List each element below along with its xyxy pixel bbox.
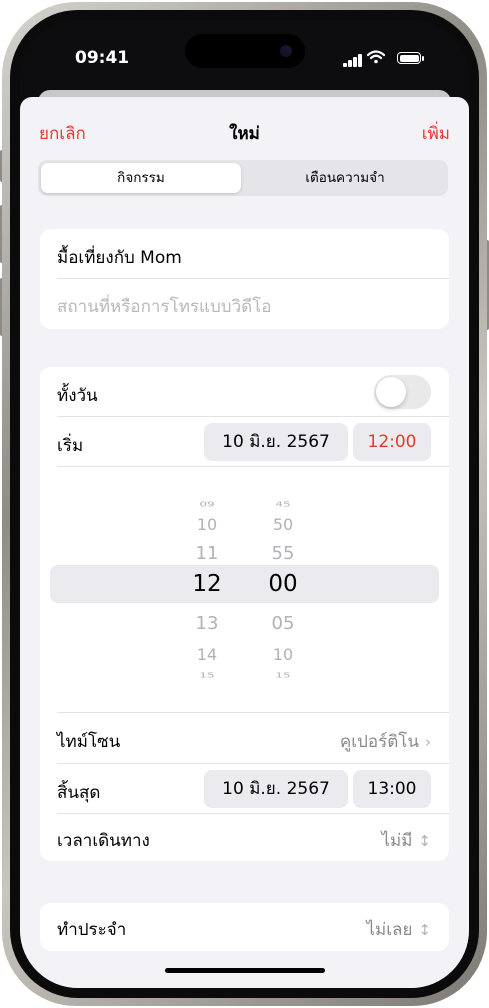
sheet-title: ใหม่ — [229, 124, 260, 144]
chevron-updown-icon: ↕ — [418, 921, 431, 939]
timezone-label: ไทม์โซน — [57, 732, 121, 752]
all-day-row: ทั้งวัน — [40, 367, 449, 417]
minute-item: 10 — [272, 645, 294, 664]
hour-item: 11 — [195, 543, 219, 564]
new-event-sheet: ยกเลิก ใหม่ เพิ่ม กิจกรรม เตือนความจำ มื… — [20, 97, 469, 988]
minute-item: 50 — [272, 515, 294, 534]
repeat-group[interactable]: ทำประจำ ไม่เลย ↕ — [40, 903, 449, 951]
end-row: สิ้นสุด 10 มิ.ย. 2567 13:00 — [40, 764, 449, 814]
status-icons — [343, 50, 443, 68]
event-info-group: มื้อเที่ยงกับ Mom สถานที่หรือการโทรแบบวิ… — [40, 229, 449, 329]
home-indicator[interactable] — [165, 968, 325, 973]
battery-icon — [397, 52, 421, 64]
start-row: เริ่ม 10 มิ.ย. 2567 12:00 — [40, 417, 449, 467]
travel-time-value: ไม่มี — [381, 831, 413, 851]
hour-item-selected: 12 — [192, 571, 222, 597]
phone-screen: 09:41 ยกเลิก ใหม่ เพิ่ม กิจกรรม เตือนควา… — [20, 20, 469, 988]
battery-nub — [422, 56, 424, 61]
chevron-right-icon: › — [425, 733, 431, 751]
divider — [57, 278, 449, 279]
hour-column[interactable]: 09 10 11 12 13 14 15 — [177, 463, 237, 703]
minute-item: 15 — [275, 670, 291, 680]
end-time-button[interactable]: 13:00 — [353, 770, 431, 808]
travel-time-row[interactable]: เวลาเดินทาง ไม่มี ↕ — [40, 814, 449, 861]
start-time-button[interactable]: 12:00 — [353, 423, 431, 461]
travel-time-value-wrap: ไม่มี ↕ — [381, 827, 431, 854]
front-camera — [280, 45, 292, 57]
status-time: 09:41 — [75, 48, 130, 68]
repeat-label: ทำประจำ — [57, 920, 127, 940]
travel-time-label: เวลาเดินทาง — [57, 831, 150, 851]
hour-item: 14 — [196, 645, 218, 664]
event-title-field[interactable]: มื้อเที่ยงกับ Mom — [57, 244, 182, 271]
location-field[interactable]: สถานที่หรือการโทรแบบวิดีโอ — [57, 293, 272, 320]
segment-reminder[interactable]: เตือนความจำ — [245, 163, 445, 193]
all-day-toggle[interactable] — [374, 375, 431, 409]
wifi-icon — [366, 50, 386, 68]
hour-item: 13 — [195, 613, 219, 634]
repeat-value: ไม่เลย — [366, 920, 413, 940]
timezone-value: คูเปอร์ติโน — [339, 732, 419, 752]
minute-item: 05 — [271, 613, 295, 634]
end-label: สิ้นสุด — [57, 783, 101, 803]
toggle-knob — [376, 377, 406, 407]
segmented-control: กิจกรรม เตือนความจำ — [38, 160, 448, 196]
picker-selection-band — [50, 565, 439, 603]
start-date-button[interactable]: 10 มิ.ย. 2567 — [204, 423, 348, 461]
segment-event[interactable]: กิจกรรม — [41, 163, 241, 193]
minute-column[interactable]: 45 50 55 00 05 10 15 — [253, 463, 313, 703]
chevron-updown-icon: ↕ — [418, 832, 431, 850]
datetime-group: ทั้งวัน เริ่ม 10 มิ.ย. 2567 12:00 09 10 … — [40, 367, 449, 861]
hour-item: 10 — [196, 515, 218, 534]
hour-item: 09 — [199, 499, 215, 509]
add-button[interactable]: เพิ่ม — [422, 120, 450, 147]
end-date-button[interactable]: 10 มิ.ย. 2567 — [204, 770, 348, 808]
minute-item: 45 — [275, 499, 291, 509]
repeat-value-wrap: ไม่เลย ↕ — [366, 916, 431, 943]
timezone-row[interactable]: ไทม์โซน คูเปอร์ติโน › — [40, 713, 449, 763]
dynamic-island — [185, 34, 305, 68]
minute-item: 55 — [271, 543, 295, 564]
timezone-value-wrap: คูเปอร์ติโน › — [340, 728, 431, 755]
nav-bar: ยกเลิก ใหม่ เพิ่ม กิจกรรม เตือนความจำ — [20, 97, 469, 217]
start-label: เริ่ม — [57, 436, 84, 456]
minute-item-selected: 00 — [268, 571, 298, 597]
all-day-label: ทั้งวัน — [57, 386, 98, 406]
time-picker-wheel[interactable]: 09 10 11 12 13 14 15 45 50 55 00 05 10 1… — [40, 463, 449, 703]
hour-item: 15 — [199, 670, 215, 680]
